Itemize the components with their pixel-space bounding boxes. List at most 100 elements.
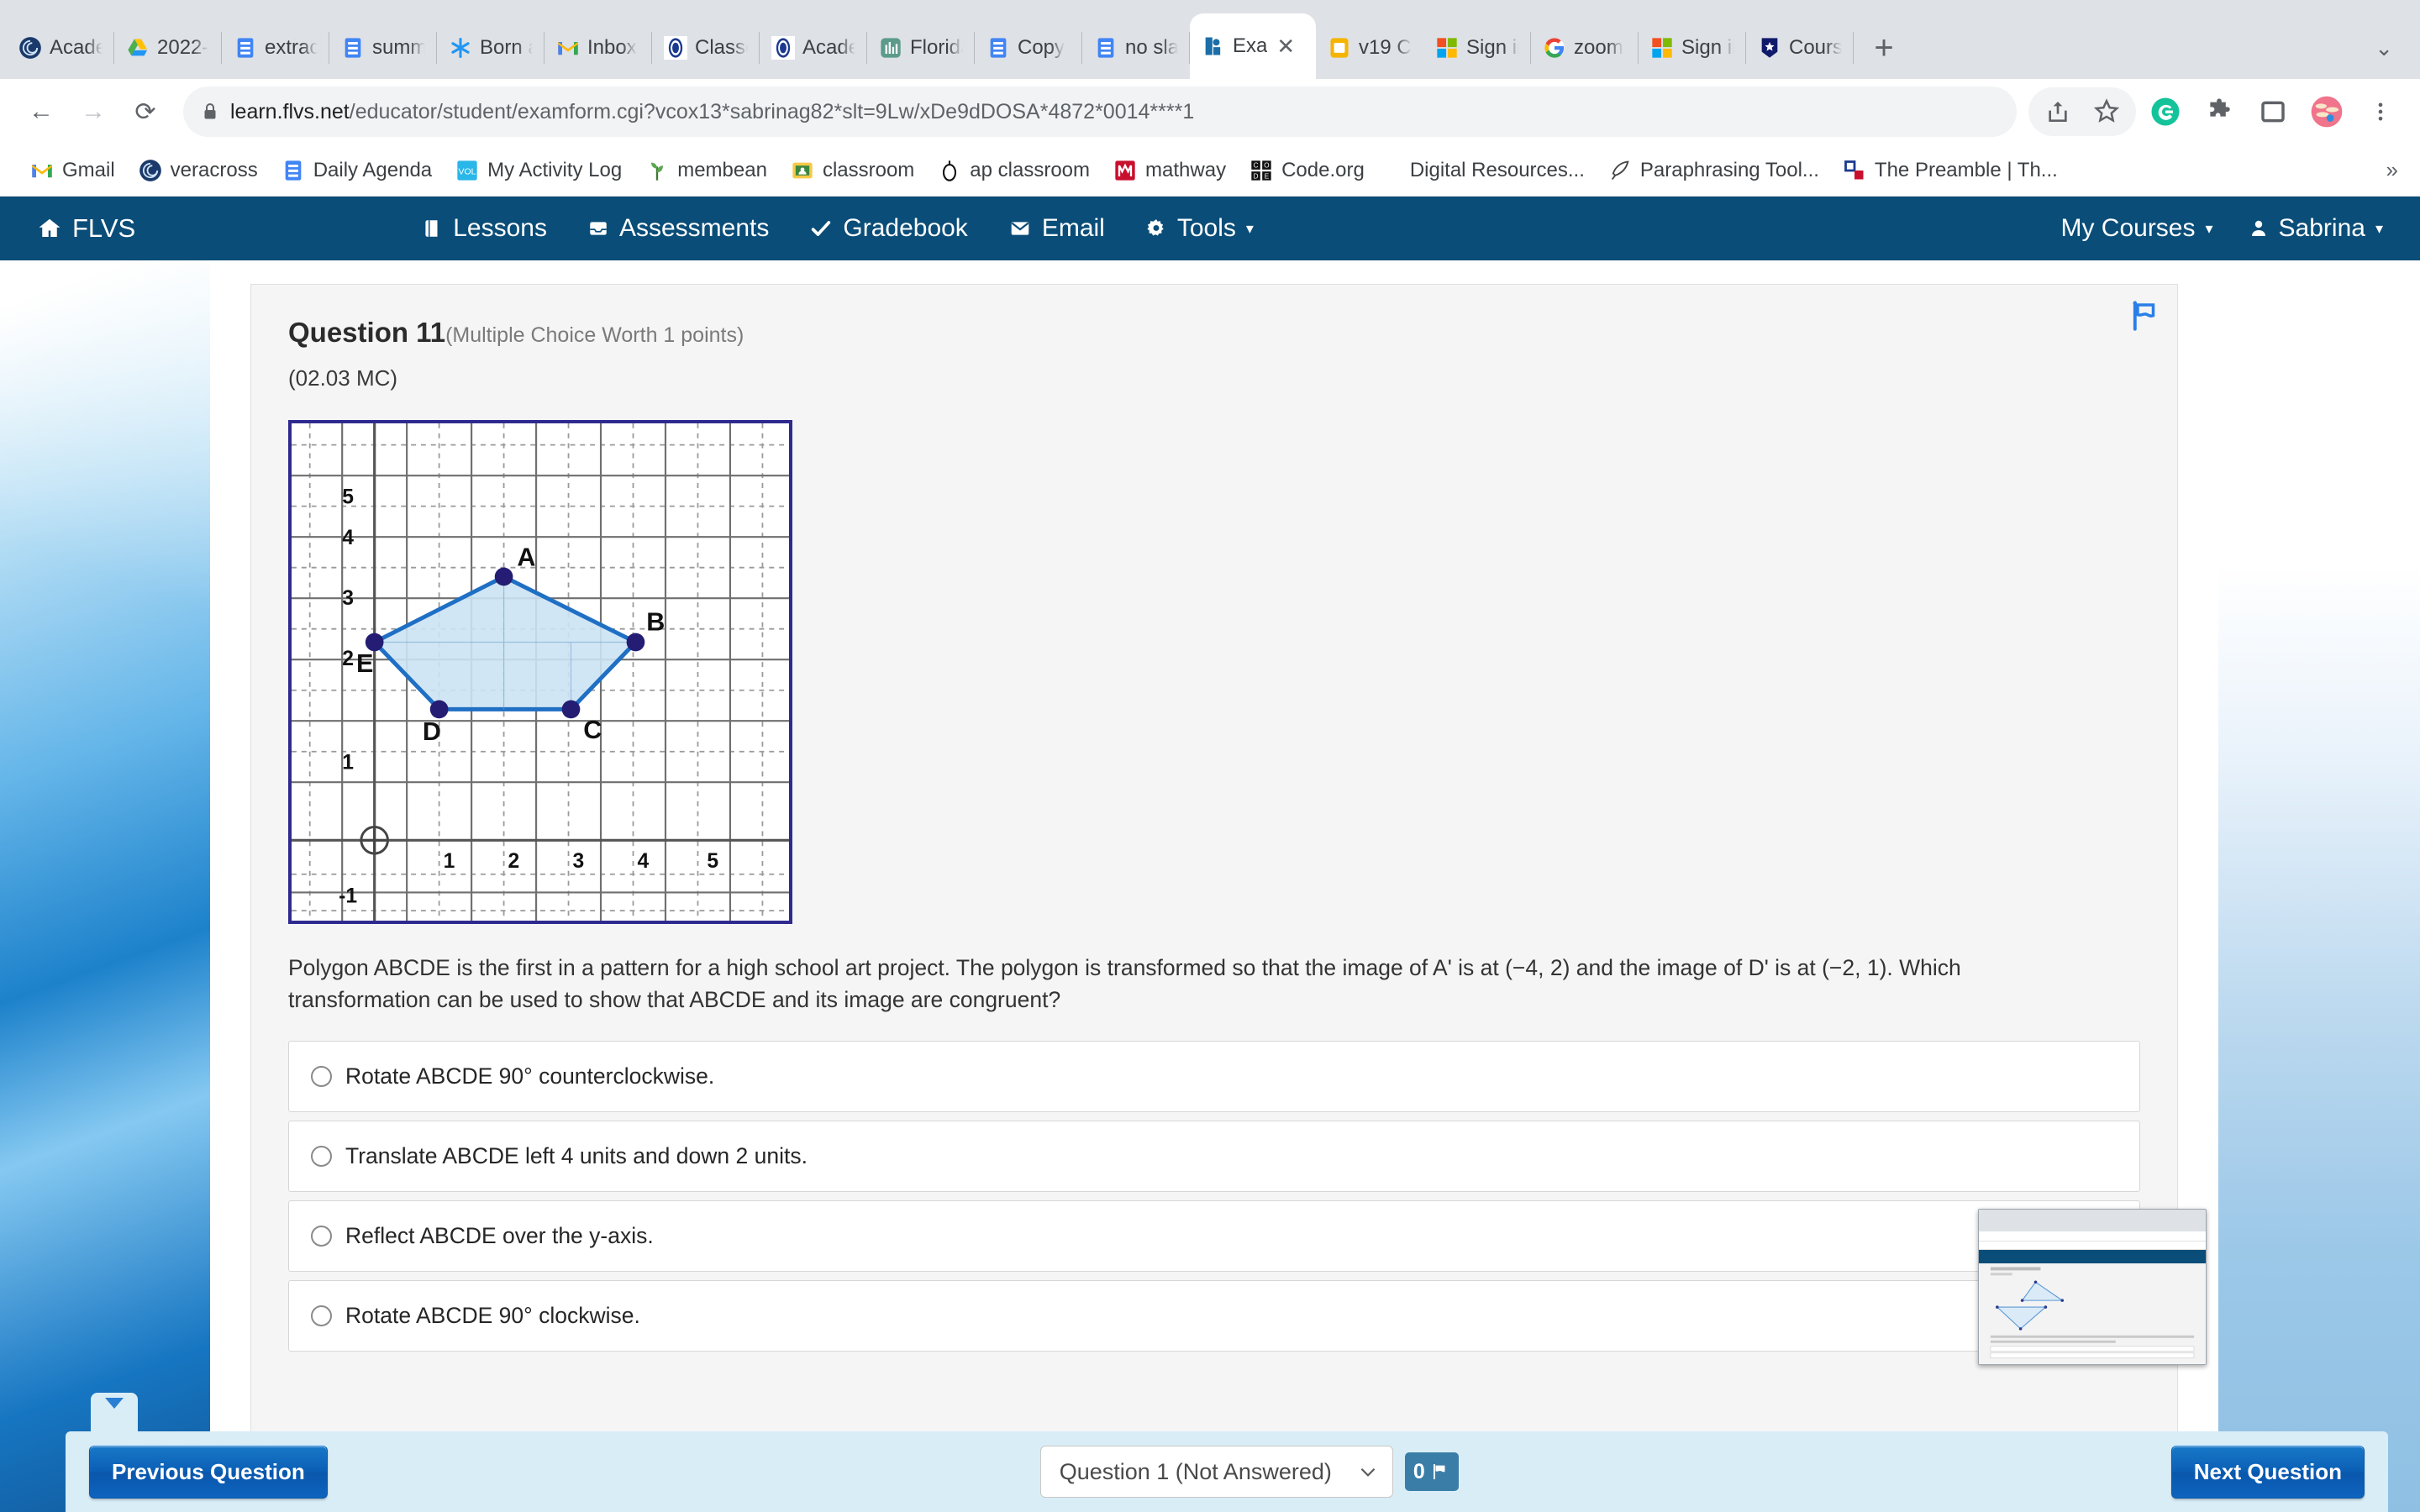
browser-tab[interactable]: Copy: [975, 17, 1082, 79]
collapse-toolbar-button[interactable]: [91, 1393, 138, 1431]
nav-label: Assessments: [619, 214, 769, 243]
envelope-icon: [1008, 218, 1032, 239]
bookmark-item[interactable]: CODE Code.org: [1238, 154, 1376, 187]
browser-tab-active[interactable]: Exa ✕: [1190, 13, 1316, 79]
bookmark-item[interactable]: ap classroom: [926, 154, 1102, 187]
gmail-icon: [556, 36, 580, 60]
answer-option[interactable]: Rotate ABCDE 90° clockwise.: [288, 1280, 2140, 1352]
page-content: FLVS Lessons Assessments Gradebook Ema: [0, 197, 2420, 1512]
browser-tab[interactable]: Sign in: [1423, 17, 1531, 79]
thumbnail-preview-svg: [1979, 1263, 2206, 1365]
browser-tab[interactable]: extrac: [222, 17, 329, 79]
screen-share-thumbnail[interactable]: [1966, 1195, 2218, 1376]
nav-label: My Courses: [2060, 214, 2195, 243]
bookmark-item[interactable]: veracross: [127, 154, 270, 187]
bookmarks-overflow-button[interactable]: »: [2386, 157, 2402, 183]
bookmark-item[interactable]: Daily Agenda: [270, 154, 444, 187]
three-dot-menu-icon[interactable]: [2356, 87, 2405, 136]
forward-button[interactable]: →: [67, 86, 119, 138]
browser-tab-title: Acade: [50, 36, 103, 60]
new-tab-button[interactable]: +: [1860, 24, 1907, 71]
grammarly-icon[interactable]: [2141, 87, 2190, 136]
bookmark-item[interactable]: Paraphrasing Tool...: [1597, 154, 1831, 187]
svg-text:D: D: [1254, 172, 1259, 180]
answer-option[interactable]: Translate ABCDE left 4 units and down 2 …: [288, 1121, 2140, 1192]
nav-item-user-menu[interactable]: Sabrina ▾: [2249, 214, 2383, 243]
bookmark-label: mathway: [1145, 159, 1226, 182]
omnibox-action-pill: [2028, 87, 2136, 136]
radio-button[interactable]: [311, 1066, 332, 1087]
chevron-down-icon[interactable]: ⌄: [2375, 35, 2393, 61]
back-button[interactable]: ←: [15, 86, 67, 138]
reload-button[interactable]: ⟳: [119, 86, 171, 138]
nav-item-assessments[interactable]: Assessments: [587, 214, 769, 243]
vertex-B: [627, 633, 645, 652]
sidepanel-icon[interactable]: [2249, 87, 2297, 136]
exam-content-area: Question 11(Multiple Choice Worth 1 poin…: [210, 260, 2218, 1512]
thumbnail-tabstrip: [1979, 1210, 2206, 1231]
bookmark-star-icon[interactable]: [2082, 87, 2131, 136]
url-text: learn.flvs.net/educator/student/examform…: [230, 100, 1194, 124]
bookmark-item[interactable]: VOL My Activity Log: [444, 154, 634, 187]
question-prompt: Polygon ABCDE is the first in a pattern …: [288, 953, 2086, 1016]
browser-tab-title: zoom: [1574, 36, 1623, 60]
page-title: Question 11(Multiple Choice Worth 1 poin…: [288, 317, 2140, 349]
google-docs-icon: [1094, 36, 1118, 60]
asterisk-icon: [449, 36, 472, 60]
previous-question-button[interactable]: Previous Question: [89, 1446, 328, 1499]
bookmark-item[interactable]: Gmail: [18, 154, 127, 187]
bookmark-item[interactable]: Digital Resources...: [1398, 154, 1597, 187]
brand-logo[interactable]: FLVS: [37, 213, 135, 244]
browser-tab[interactable]: Acade: [760, 17, 867, 79]
nav-item-tools[interactable]: Tools ▾: [1145, 214, 1254, 243]
exam-navigation-bar: Previous Question Question 1 (Not Answer…: [66, 1431, 2388, 1512]
browser-tab-title: Course: [1789, 36, 1842, 60]
browser-tab[interactable]: Inbox: [544, 17, 652, 79]
browser-tab[interactable]: Florida: [867, 17, 975, 79]
bookmark-item[interactable]: membean: [634, 154, 779, 187]
bookmark-label: Daily Agenda: [313, 159, 432, 182]
extensions-puzzle-icon[interactable]: [2195, 87, 2244, 136]
flagged-count-badge[interactable]: 0: [1405, 1452, 1459, 1491]
answer-option[interactable]: Reflect ABCDE over the y-axis.: [288, 1200, 2140, 1272]
nav-item-gradebook[interactable]: Gradebook: [809, 214, 967, 243]
blue-seal-icon: [771, 36, 795, 60]
browser-tab[interactable]: Acade: [7, 17, 114, 79]
radio-button[interactable]: [311, 1146, 332, 1167]
close-icon[interactable]: ✕: [1276, 34, 1295, 60]
radio-button[interactable]: [311, 1305, 332, 1326]
question-meta: (Multiple Choice Worth 1 points): [445, 323, 744, 347]
share-icon[interactable]: [2033, 87, 2082, 136]
vertex-label-C: C: [583, 716, 602, 744]
profile-avatar-icon[interactable]: [2302, 87, 2351, 136]
browser-tab[interactable]: Born a: [437, 17, 544, 79]
radio-button[interactable]: [311, 1226, 332, 1247]
quill-icon: [1608, 159, 1632, 182]
browser-tab[interactable]: zoom: [1531, 17, 1639, 79]
browser-tab[interactable]: summ: [329, 17, 437, 79]
bookmark-label: Gmail: [62, 159, 115, 182]
address-bar[interactable]: learn.flvs.net/educator/student/examform…: [183, 87, 2017, 137]
chevron-down-icon: [1357, 1461, 1379, 1483]
nav-item-my-courses[interactable]: My Courses ▾: [2060, 214, 2212, 243]
bookmark-item[interactable]: mathway: [1102, 154, 1238, 187]
browser-tab[interactable]: v19 Co: [1316, 17, 1423, 79]
chevron-down-icon: ▾: [2206, 220, 2213, 238]
browser-tab[interactable]: 2022-: [114, 17, 222, 79]
bookmark-label: classroom: [823, 159, 914, 182]
collegeboard-acorn-icon: [938, 159, 961, 182]
browser-tab[interactable]: no slak: [1082, 17, 1190, 79]
green-chart-icon: [879, 36, 902, 60]
nav-item-email[interactable]: Email: [1008, 214, 1105, 243]
browser-tab[interactable]: Classe: [652, 17, 760, 79]
answer-option[interactable]: Rotate ABCDE 90° counterclockwise.: [288, 1041, 2140, 1112]
bookmark-label: Digital Resources...: [1410, 159, 1585, 182]
browser-tab[interactable]: Sign in: [1639, 17, 1746, 79]
bookmark-item[interactable]: The Preamble | Th...: [1831, 154, 2070, 187]
browser-tab[interactable]: Course: [1746, 17, 1854, 79]
bookmark-item[interactable]: classroom: [779, 154, 926, 187]
question-select[interactable]: Question 1 (Not Answered): [1040, 1446, 1393, 1498]
nav-item-lessons[interactable]: Lessons: [421, 214, 547, 243]
next-question-button[interactable]: Next Question: [2171, 1446, 2365, 1499]
flag-question-button[interactable]: [2127, 298, 2162, 338]
